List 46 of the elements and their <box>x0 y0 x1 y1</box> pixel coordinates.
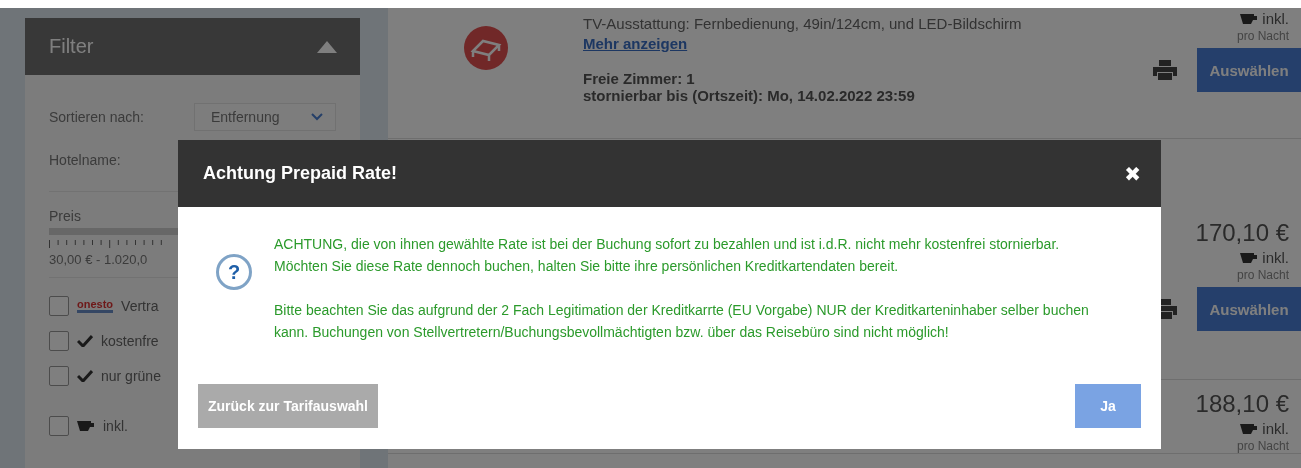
cancellation-deadline: stornierbar bis (Ortszeit): Mo, 14.02.2022 23:59 <box>583 87 916 104</box>
checkbox[interactable] <box>49 330 69 351</box>
sort-label: Sortieren nach: <box>49 108 144 125</box>
filter-option-label: kostenfre <box>101 332 159 349</box>
dialog-message: ACHTUNG, die von ihnen gewählte Rate ist bei der Buchung sofort zu bezahlen und ist i.d.R. nicht mehr kostenfrei stornierbar. Möchten Sie diese Rate dennoch buchen, halten Sie bitte ihre persönlichen Kreditkartendaten bereit. <box>274 235 1061 276</box>
collapse-arrow-icon[interactable] <box>317 40 337 53</box>
cup-icon <box>1240 13 1259 24</box>
filter-title: Filter <box>49 35 94 58</box>
checkmark-icon <box>77 369 93 382</box>
select-button[interactable]: Auswählen <box>1197 48 1301 92</box>
confirm-button[interactable]: Ja <box>1075 384 1141 428</box>
filter-option-label: Vertra <box>121 297 159 314</box>
filter-option-label: inkl. <box>103 417 128 434</box>
room-details: TV-Ausstattung: Fernbedienung, 49in/124cm, und LED-Bildschirm <box>583 15 1023 32</box>
checkbox[interactable] <box>49 295 69 316</box>
breakfast-label: inkl. <box>1262 249 1289 266</box>
cup-icon <box>1240 423 1259 434</box>
hotel-name-label: Hotelname: <box>49 151 121 168</box>
checkmark-icon <box>77 334 93 347</box>
cup-icon <box>77 420 95 431</box>
filter-option-label: nur grüne <box>101 367 161 384</box>
cup-icon <box>1240 252 1259 263</box>
price: 170,10 € <box>1195 219 1289 247</box>
filter-header[interactable]: Filter <box>25 18 360 75</box>
bed-icon <box>463 26 508 70</box>
dialog-title: Achtung Prepaid Rate! <box>203 163 398 184</box>
dialog-message: Bitte beachten Sie das aufgrund der 2 Fach Legitimation der Kreditkarrte (EU Vorgabe) NUR der Kreditkarteninhaber selber buchen kann. Buchungen von Stellvertretern/Buchungsbevollmächtigten bzw. über das Reisebüro sind nicht möglich! <box>274 301 1090 342</box>
question-icon: ? <box>216 254 252 290</box>
brand-logo: onesto <box>77 298 114 313</box>
select-button[interactable]: Auswählen <box>1197 287 1301 331</box>
breakfast-label: inkl. <box>1262 420 1289 437</box>
per-night-label: pro Nacht <box>1236 439 1289 453</box>
price-label: Preis <box>49 208 82 224</box>
show-more-link[interactable]: Mehr anzeigen <box>583 35 1095 52</box>
breakfast-label: inkl. <box>1262 10 1289 27</box>
free-rooms: Freie Zimmer: 1 <box>583 70 696 87</box>
price: 188,10 € <box>1195 390 1289 418</box>
per-night-label: pro Nacht <box>1236 268 1289 282</box>
per-night-label: pro Nacht <box>1236 29 1289 43</box>
checkbox[interactable] <box>49 365 69 386</box>
sort-dropdown[interactable]: Entfernung <box>194 102 336 131</box>
back-button[interactable]: Zurück zur Tarifauswahl <box>198 384 378 428</box>
close-button[interactable]: ✖ <box>1124 161 1141 186</box>
price-range: 30,00 € - 1.020,0 <box>49 252 148 267</box>
chevron-down-icon <box>311 112 323 121</box>
checkbox[interactable] <box>49 415 69 436</box>
